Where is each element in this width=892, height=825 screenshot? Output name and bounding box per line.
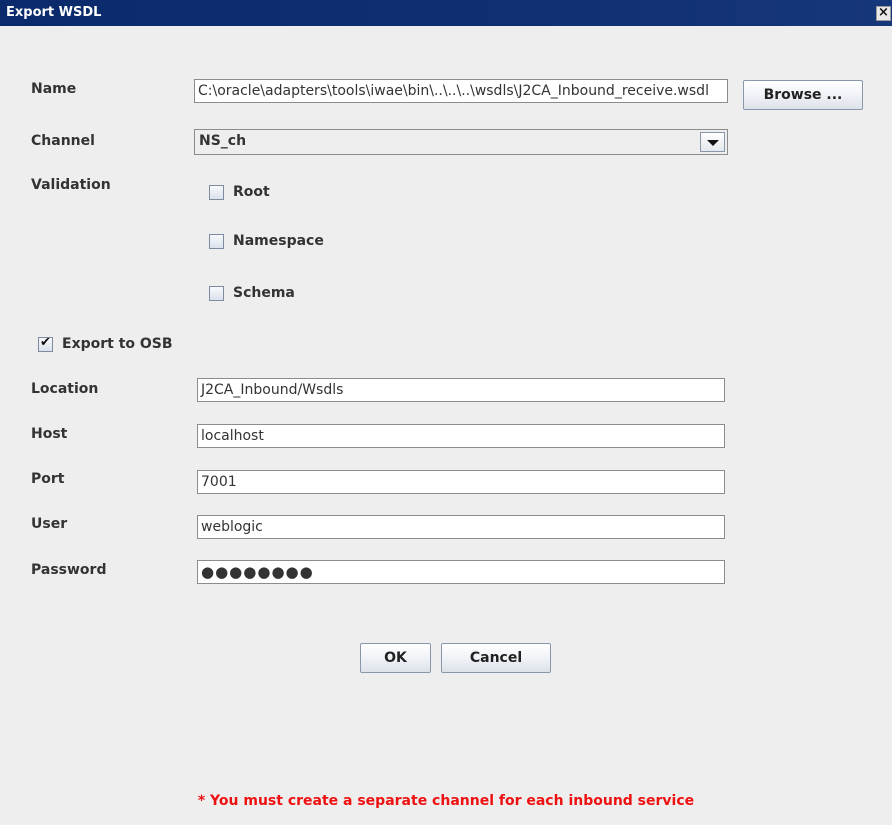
namespace-checkbox-box[interactable] — [209, 234, 224, 249]
name-field[interactable]: C:\oracle\adapters\tools\iwae\bin\..\..\… — [194, 79, 728, 103]
location-label: Location — [31, 381, 99, 397]
cancel-button[interactable]: Cancel — [441, 643, 551, 673]
title-bar: Export WSDL × — [0, 0, 892, 26]
host-label: Host — [31, 426, 68, 442]
window-title: Export WSDL — [6, 5, 102, 20]
host-field[interactable]: localhost — [197, 424, 725, 448]
name-field-value: C:\oracle\adapters\tools\iwae\bin\..\..\… — [198, 83, 709, 99]
location-field[interactable]: J2CA_Inbound/Wsdls — [197, 378, 725, 402]
channel-footnote: * You must create a separate channel for… — [197, 793, 695, 809]
user-field[interactable]: weblogic — [197, 515, 725, 539]
namespace-checkbox-label: Namespace — [233, 233, 324, 249]
channel-select[interactable]: NS_ch — [194, 129, 728, 155]
export-to-osb-label: Export to OSB — [62, 336, 173, 352]
close-icon: × — [878, 5, 889, 20]
export-to-osb-checkbox-box[interactable]: ✔ — [38, 335, 53, 352]
password-field[interactable]: ●●●●●●●● — [197, 560, 725, 584]
channel-select-value: NS_ch — [199, 133, 247, 149]
validation-label: Validation — [31, 177, 111, 193]
checkmark-icon: ✔ — [40, 335, 51, 350]
browse-button[interactable]: Browse ... — [743, 80, 863, 110]
port-label: Port — [31, 471, 65, 487]
root-checkbox-box[interactable] — [209, 185, 224, 200]
user-label: User — [31, 516, 68, 532]
chevron-down-icon — [707, 140, 719, 146]
channel-dropdown-button[interactable] — [700, 132, 725, 152]
password-label: Password — [31, 562, 107, 578]
root-checkbox-label: Root — [233, 184, 270, 200]
schema-checkbox-box[interactable] — [209, 286, 224, 301]
ok-button[interactable]: OK — [360, 643, 431, 673]
port-field[interactable]: 7001 — [197, 470, 725, 494]
name-label: Name — [31, 81, 77, 97]
schema-checkbox-label: Schema — [233, 285, 295, 301]
channel-label: Channel — [31, 133, 95, 149]
close-button[interactable]: × — [876, 6, 891, 21]
